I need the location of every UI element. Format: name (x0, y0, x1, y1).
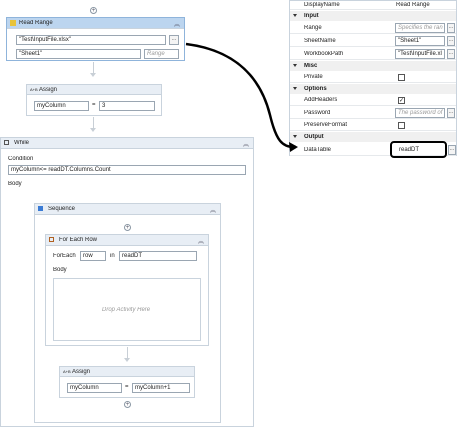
annotation-arrowhead (289, 142, 298, 152)
annotation-arrow (185, 42, 298, 152)
annotation-arrow-path (185, 42, 297, 149)
